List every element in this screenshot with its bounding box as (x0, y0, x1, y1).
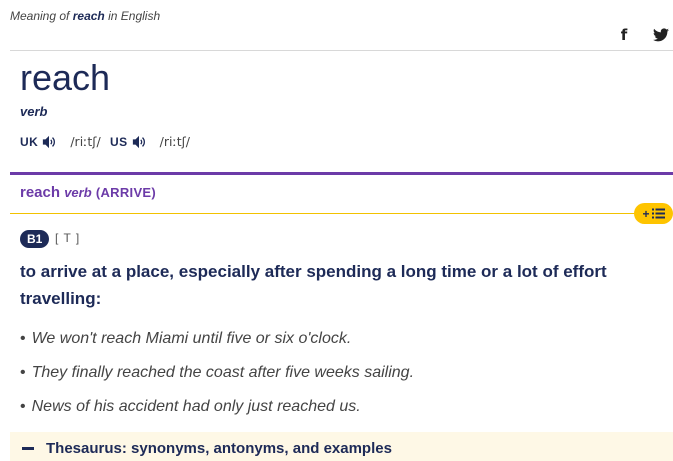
part-of-speech: verb (20, 104, 48, 119)
uk-region-label: UK (20, 134, 39, 149)
add-to-word-list-button[interactable]: + (634, 203, 673, 224)
thesaurus-label: Thesaurus: synonyms, antonyms, and examp… (46, 440, 392, 457)
meaning-caption: Meaning of reach in English (10, 9, 160, 23)
meaning-suffix: in English (108, 9, 161, 23)
sense-pos: verb (64, 185, 92, 200)
us-audio-speaker-icon[interactable] (132, 135, 146, 149)
grammar-code: [ T ] (55, 231, 81, 245)
uk-audio-speaker-icon[interactable] (42, 135, 56, 149)
us-pronunciation: US /riːtʃ/ (110, 134, 190, 149)
example-text: We won't reach Miami until five or six o… (31, 330, 352, 347)
example-list: • We won't reach Miami until five or six … (20, 330, 414, 432)
thesaurus-toggle[interactable]: Thesaurus: synonyms, antonyms, and examp… (22, 440, 392, 457)
sense-word: reach (20, 184, 61, 201)
example-text: News of his accident had only just reach… (31, 398, 361, 415)
sense-header: reach verb (ARRIVE) (20, 184, 156, 201)
collapse-minus-icon (22, 447, 34, 450)
facebook-share-icon[interactable]: f (617, 26, 631, 44)
uk-ipa: /riːtʃ/ (70, 134, 101, 149)
example-item: • They finally reached the coast after fi… (20, 364, 415, 381)
twitter-share-icon[interactable] (652, 26, 670, 44)
uk-pronunciation: UK /riːtʃ/ (20, 134, 101, 149)
cefr-level-badge: B1 (20, 230, 50, 248)
example-item: • We won't reach Miami until five or six … (20, 330, 352, 347)
list-icon (651, 208, 665, 219)
definition: to arrive at a place, especially after s… (20, 262, 607, 308)
entry-divider (10, 172, 673, 175)
us-region-label: US (110, 134, 128, 149)
twitter-icon (653, 28, 669, 42)
meaning-word: reach (72, 9, 105, 23)
example-text: They finally reached the coast after fiv… (31, 364, 415, 381)
sense-divider (10, 213, 640, 214)
us-ipa: /riːtʃ/ (159, 134, 191, 149)
meaning-prefix: Meaning of (10, 9, 70, 23)
example-item: • News of his accident had only just reac… (20, 398, 361, 415)
sense-guideword: (ARRIVE) (95, 185, 157, 200)
add-plus: + (642, 206, 650, 221)
headword: reach (20, 57, 111, 98)
header-divider (10, 50, 673, 51)
